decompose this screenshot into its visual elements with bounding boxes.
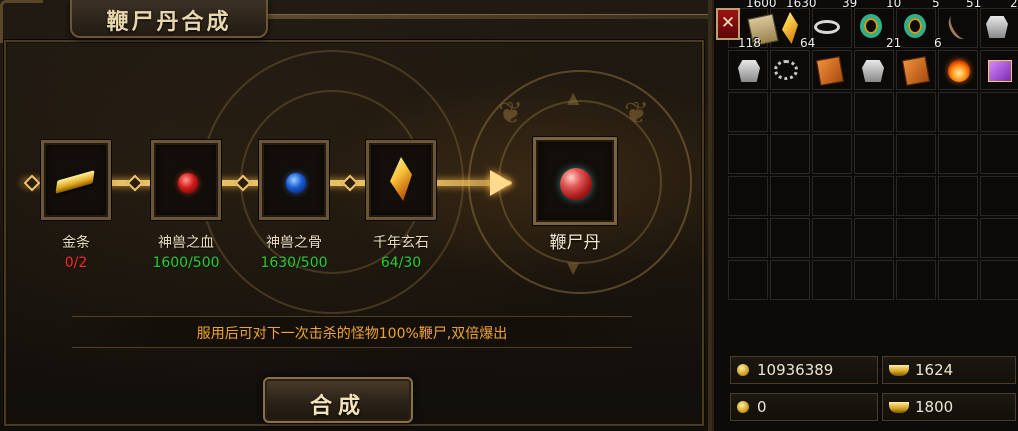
- red-orb-icon: [178, 173, 198, 193]
- rune-icon: ▼: [567, 258, 580, 277]
- material-count: 0/2: [64, 255, 88, 271]
- dragon-left-icon: ❦: [498, 96, 524, 131]
- bag-slot[interactable]: [728, 260, 768, 300]
- bag-slot[interactable]: [812, 176, 852, 216]
- item-count: 6: [934, 36, 942, 50]
- inventory-bag: 1600 1630 39 10 5 51 2 118 64 21 6 10936…: [712, 0, 1018, 431]
- connector-diamond: [23, 174, 41, 192]
- bound-gold-coin-icon: [737, 401, 749, 413]
- description-bar: 服用后可对下一次击杀的怪物100%鞭尸,双倍爆出: [72, 316, 632, 348]
- bag-slot[interactable]: [854, 134, 894, 174]
- item-count: 118: [738, 36, 761, 50]
- bag-slot[interactable]: [938, 92, 978, 132]
- bag-slot[interactable]: [770, 176, 810, 216]
- bag-slot[interactable]: [938, 176, 978, 216]
- ingot-display: 1624: [882, 356, 1016, 384]
- bag-slot[interactable]: [938, 218, 978, 258]
- material-count: 1600/500: [152, 255, 220, 271]
- bag-slot[interactable]: [854, 218, 894, 258]
- bag-slot[interactable]: [854, 260, 894, 300]
- synthesis-panel: 鞭尸丹合成 ▲ ▼ ❦ ❦ 金条 0/2 神兽之血 1600/500 神兽之骨 …: [0, 0, 712, 431]
- bag-slot[interactable]: [980, 260, 1018, 300]
- material-name: 神兽之骨: [266, 235, 322, 251]
- armor-icon: [986, 16, 1008, 38]
- bag-slot[interactable]: [896, 176, 936, 216]
- gold-coin-icon: [737, 364, 749, 376]
- ingot-value: 1624: [915, 361, 954, 379]
- material-name: 千年玄石: [373, 235, 429, 251]
- material-name: 神兽之血: [158, 235, 214, 251]
- synthesize-button-label: 合成: [309, 394, 366, 419]
- orange-book-icon: [815, 56, 845, 86]
- material-count: 64/30: [380, 255, 422, 271]
- bag-slot[interactable]: [896, 92, 936, 132]
- bound-ingot-display: 1800: [882, 393, 1016, 421]
- bag-slot[interactable]: [770, 260, 810, 300]
- blue-orb-icon: [286, 173, 306, 193]
- necklace-icon: [774, 60, 798, 80]
- gold-bar-icon: [55, 170, 95, 194]
- purple-gift-icon: [988, 60, 1012, 82]
- green-gold-ring-icon: [904, 14, 926, 38]
- bag-slot[interactable]: [728, 176, 768, 216]
- bag-slot[interactable]: [728, 218, 768, 258]
- gold-value: 10936389: [757, 361, 834, 379]
- bag-slot[interactable]: [812, 260, 852, 300]
- bag-slot[interactable]: [854, 92, 894, 132]
- bag-slot[interactable]: [938, 260, 978, 300]
- gold-display: 10936389: [730, 356, 878, 384]
- bag-slot[interactable]: [980, 92, 1018, 132]
- bag-slot[interactable]: [812, 218, 852, 258]
- bag-slot[interactable]: [980, 218, 1018, 258]
- bound-ingot-icon: [889, 402, 909, 413]
- bag-slot[interactable]: [770, 218, 810, 258]
- orange-book-icon: [901, 56, 931, 86]
- crystal-icon: [390, 157, 412, 201]
- armor-icon: [738, 60, 760, 82]
- bag-slot[interactable]: [938, 134, 978, 174]
- material-slot-beast-bone[interactable]: [259, 140, 329, 220]
- bag-slot[interactable]: [770, 134, 810, 174]
- synthesize-button[interactable]: 合成: [263, 377, 413, 423]
- bag-slot[interactable]: [896, 218, 936, 258]
- material-slot-gold-bar[interactable]: [41, 140, 111, 220]
- page-title: 鞭尸丹合成: [106, 10, 232, 35]
- top-border: [268, 14, 708, 19]
- item-count: 21: [886, 36, 902, 50]
- bag-slot[interactable]: [896, 260, 936, 300]
- bag-slot[interactable]: [770, 92, 810, 132]
- material-name: 金条: [62, 235, 90, 251]
- green-gold-ring-icon: [860, 14, 882, 38]
- bag-slot[interactable]: [728, 134, 768, 174]
- rune-icon: ▲: [567, 88, 580, 107]
- bound-gold-display: 0: [730, 393, 878, 421]
- bag-slot[interactable]: [854, 176, 894, 216]
- red-speckled-orb-icon: [560, 168, 592, 200]
- bag-slot[interactable]: [980, 134, 1018, 174]
- bag-slot[interactable]: [728, 92, 768, 132]
- bound-ingot-value: 1800: [915, 398, 954, 416]
- material-count: 1630/500: [260, 255, 328, 271]
- connector-diamond: [126, 174, 144, 192]
- bag-slot[interactable]: [812, 92, 852, 132]
- corner-ornament: [0, 0, 43, 43]
- ingot-icon: [889, 365, 909, 376]
- dragon-right-icon: ❦: [624, 96, 650, 131]
- material-slot-millennium-stone[interactable]: [366, 140, 436, 220]
- bracelet-icon: [814, 20, 840, 34]
- arrow-right-icon: [490, 170, 512, 196]
- bag-slot[interactable]: [812, 134, 852, 174]
- material-slot-beast-blood[interactable]: [151, 140, 221, 220]
- title-plate: 鞭尸丹合成: [70, 0, 268, 38]
- flame-orb-icon: [948, 60, 970, 82]
- result-name: 鞭尸丹: [549, 233, 601, 253]
- result-slot[interactable]: [533, 137, 617, 225]
- armor-icon: [862, 60, 884, 82]
- description-text: 服用后可对下一次击杀的怪物100%鞭尸,双倍爆出: [196, 326, 508, 342]
- bag-slot[interactable]: [980, 176, 1018, 216]
- bag-slot[interactable]: [896, 134, 936, 174]
- item-count: 64: [800, 36, 816, 50]
- close-button[interactable]: ✕: [716, 8, 740, 40]
- bound-gold-value: 0: [757, 398, 767, 416]
